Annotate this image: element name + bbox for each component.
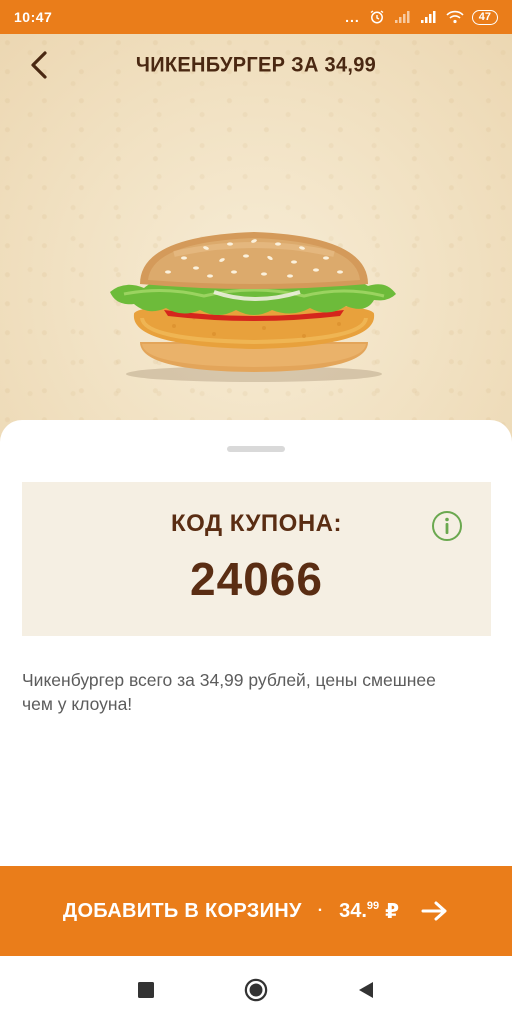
cta-currency: ₽ [385, 900, 400, 923]
status-bar: 10:47 ... 47 [0, 0, 512, 34]
wifi-icon [446, 10, 464, 24]
signal-icon [394, 11, 410, 23]
battery-icon: 47 [471, 9, 498, 25]
home-button[interactable] [244, 978, 268, 1002]
status-time: 10:47 [14, 9, 53, 25]
square-recents-icon [138, 982, 154, 998]
circle-home-icon [244, 978, 268, 1002]
system-back-button[interactable] [354, 978, 378, 1002]
coupon-sheet: КОД КУПОНА: 24066 Чикенбургер всего за 3… [0, 420, 512, 866]
signal-icon [420, 11, 436, 23]
page-title: ЧИКЕНБУРГЕР ЗА 34,99 [135, 53, 377, 77]
info-icon[interactable] [431, 510, 463, 542]
drag-handle[interactable] [227, 446, 285, 452]
coupon-code: 24066 [190, 553, 323, 605]
triangle-back-icon [359, 982, 373, 998]
coupon-label: КОД КУПОНА: [170, 510, 342, 537]
add-to-cart-label: ДОБАВИТЬ В КОРЗИНУ [62, 899, 302, 922]
status-dots: ... [345, 9, 360, 25]
status-icons: ... 47 [345, 9, 498, 25]
arrow-right-icon [421, 901, 447, 921]
cta-price-cents: 99 [366, 899, 380, 912]
cta-price-main: 34. [339, 899, 367, 922]
coupon-description: Чикенбургер всего за 34,99 рублей, цены … [22, 670, 436, 714]
cta-price: 34.99 [339, 900, 379, 923]
system-nav-bar [0, 956, 512, 1024]
product-hero: ЧИКЕНБУРГЕР ЗА 34,99 [0, 34, 512, 454]
chickenburger-image [110, 232, 396, 382]
alarm-icon [370, 10, 384, 24]
coupon-box: КОД КУПОНА: 24066 [22, 482, 491, 636]
recents-button[interactable] [134, 978, 158, 1002]
add-to-cart-button[interactable]: ДОБАВИТЬ В КОРЗИНУ · 34.99 ₽ [0, 866, 512, 956]
cta-separator: · [317, 902, 324, 919]
